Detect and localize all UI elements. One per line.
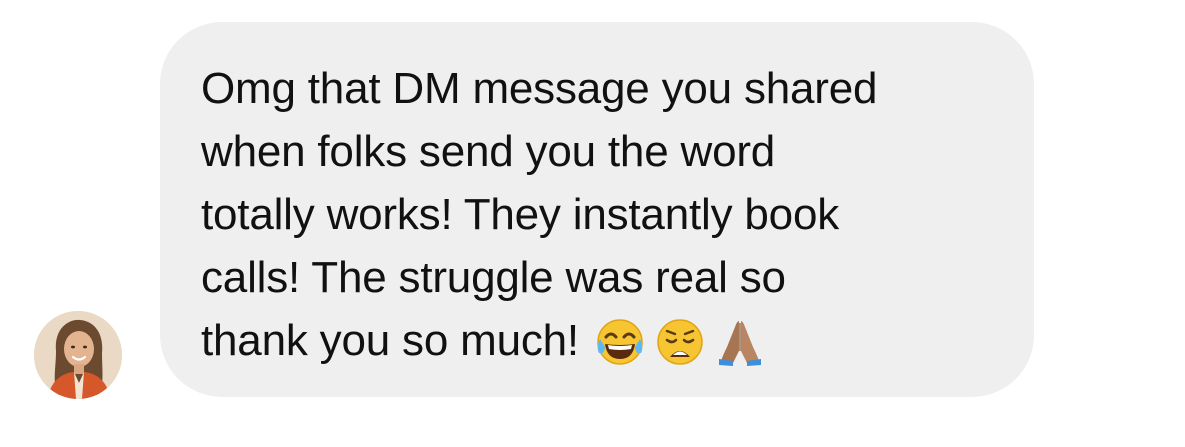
avatar-image [34,311,122,399]
message-line: totally works! They instantly book [201,190,840,239]
folded-hands-icon [715,317,765,367]
message-line: calls! The struggle was real so [201,253,786,302]
message-last-line: thank you so much! [201,309,1021,375]
sender-avatar[interactable] [34,311,122,399]
message-text: Omg that DM message you shared when folk… [201,57,1021,375]
face-with-tears-of-joy-icon [595,317,645,367]
emoji-group [585,308,765,371]
weary-face-icon [655,317,705,367]
message-line: when folks send you the word [201,127,776,176]
message-line: thank you so much! [201,316,579,365]
message-line: Omg that DM message you shared [201,64,878,113]
message-row: Omg that DM message you shared when folk… [0,0,1185,447]
